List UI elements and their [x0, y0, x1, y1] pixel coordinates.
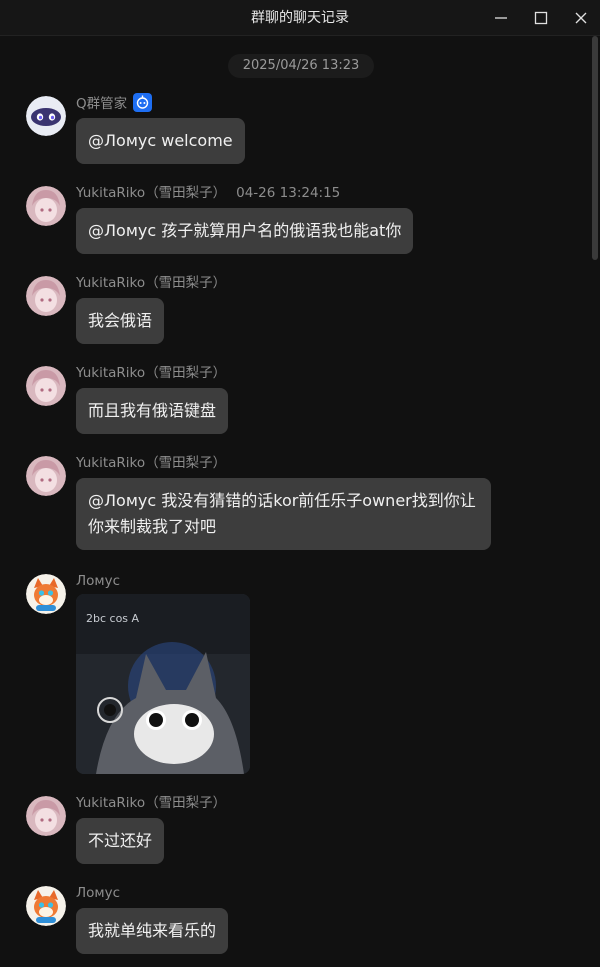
anime-girl-avatar[interactable]	[26, 366, 66, 406]
anime-girl-avatar[interactable]	[26, 456, 66, 496]
message-bubble[interactable]: @Ломус 我没有猜错的话kor前任乐子owner找到你让你来制裁我了对吧	[76, 478, 491, 550]
sender-meta: YukitaRiko（雪田梨子）	[76, 273, 226, 293]
message-bubble[interactable]: 而且我有俄语键盘	[76, 388, 229, 434]
message-time: 04-26 13:24:15	[236, 185, 341, 201]
message-bubble[interactable]: 我会俄语	[76, 298, 165, 344]
sender-meta: Ломус	[76, 883, 120, 903]
image-message[interactable]: 2bc cos A	[76, 594, 250, 774]
message-item: Ломус 2bc cos A	[0, 571, 590, 778]
sender-meta: Ломус	[76, 571, 120, 591]
sender-name[interactable]: Ломус	[76, 573, 120, 589]
sender-meta: YukitaRiko（雪田梨子） 04-26 13:24:15	[76, 183, 340, 203]
close-icon	[575, 12, 587, 24]
maximize-button[interactable]	[523, 0, 559, 36]
sender-name[interactable]: Q群管家	[76, 96, 127, 112]
sender-meta: Q群管家	[76, 93, 153, 113]
bot-badge-icon	[133, 93, 153, 112]
fox-avatar[interactable]	[26, 886, 66, 926]
message-item: YukitaRiko（雪田梨子） @Ломус 我没有猜错的话kor前任乐子ow…	[0, 453, 590, 556]
minimize-icon	[495, 17, 507, 19]
maximize-icon	[534, 11, 548, 25]
minimize-button[interactable]	[483, 0, 519, 36]
sender-name[interactable]: YukitaRiko（雪田梨子）	[76, 455, 226, 471]
sender-name[interactable]: Ломус	[76, 885, 120, 901]
message-item: YukitaRiko（雪田梨子） 04-26 13:24:15 @Ломус 孩子…	[0, 183, 590, 258]
message-item: Ломус 我就单纯来看乐的	[0, 883, 590, 958]
sender-name[interactable]: YukitaRiko（雪田梨子）	[76, 185, 226, 201]
message-bubble[interactable]: @Ломус 孩子就算用户名的俄语我也能at你	[76, 208, 414, 254]
close-button[interactable]	[563, 0, 599, 36]
title-bar: 群聊的聊天记录	[0, 0, 600, 36]
date-stamp: 2025/04/26 13:23	[228, 54, 374, 78]
sender-meta: YukitaRiko（雪田梨子）	[76, 793, 226, 813]
message-bubble[interactable]: 不过还好	[76, 818, 165, 864]
sender-name[interactable]: YukitaRiko（雪田梨子）	[76, 275, 226, 291]
anime-girl-avatar[interactable]	[26, 186, 66, 226]
message-item: Q群管家 @Ломус welcome	[0, 93, 590, 168]
scrollbar-thumb[interactable]	[592, 36, 598, 260]
sender-meta: YukitaRiko（雪田梨子）	[76, 363, 226, 383]
message-item: YukitaRiko（雪田梨子） 不过还好	[0, 793, 590, 868]
message-item: YukitaRiko（雪田梨子） 而且我有俄语键盘	[0, 363, 590, 438]
sender-name[interactable]: YukitaRiko（雪田梨子）	[76, 795, 226, 811]
robot-avatar[interactable]	[26, 96, 66, 136]
sender-name[interactable]: YukitaRiko（雪田梨子）	[76, 365, 226, 381]
fox-avatar[interactable]	[26, 574, 66, 614]
message-bubble[interactable]: 我就单纯来看乐的	[76, 908, 229, 954]
message-bubble[interactable]: @Ломус welcome	[76, 118, 245, 164]
anime-girl-avatar[interactable]	[26, 796, 66, 836]
sender-meta: YukitaRiko（雪田梨子）	[76, 453, 226, 473]
anime-girl-avatar[interactable]	[26, 276, 66, 316]
formula-text: 2bc cos A	[86, 612, 140, 625]
message-item: YukitaRiko（雪田梨子） 我会俄语	[0, 273, 590, 348]
